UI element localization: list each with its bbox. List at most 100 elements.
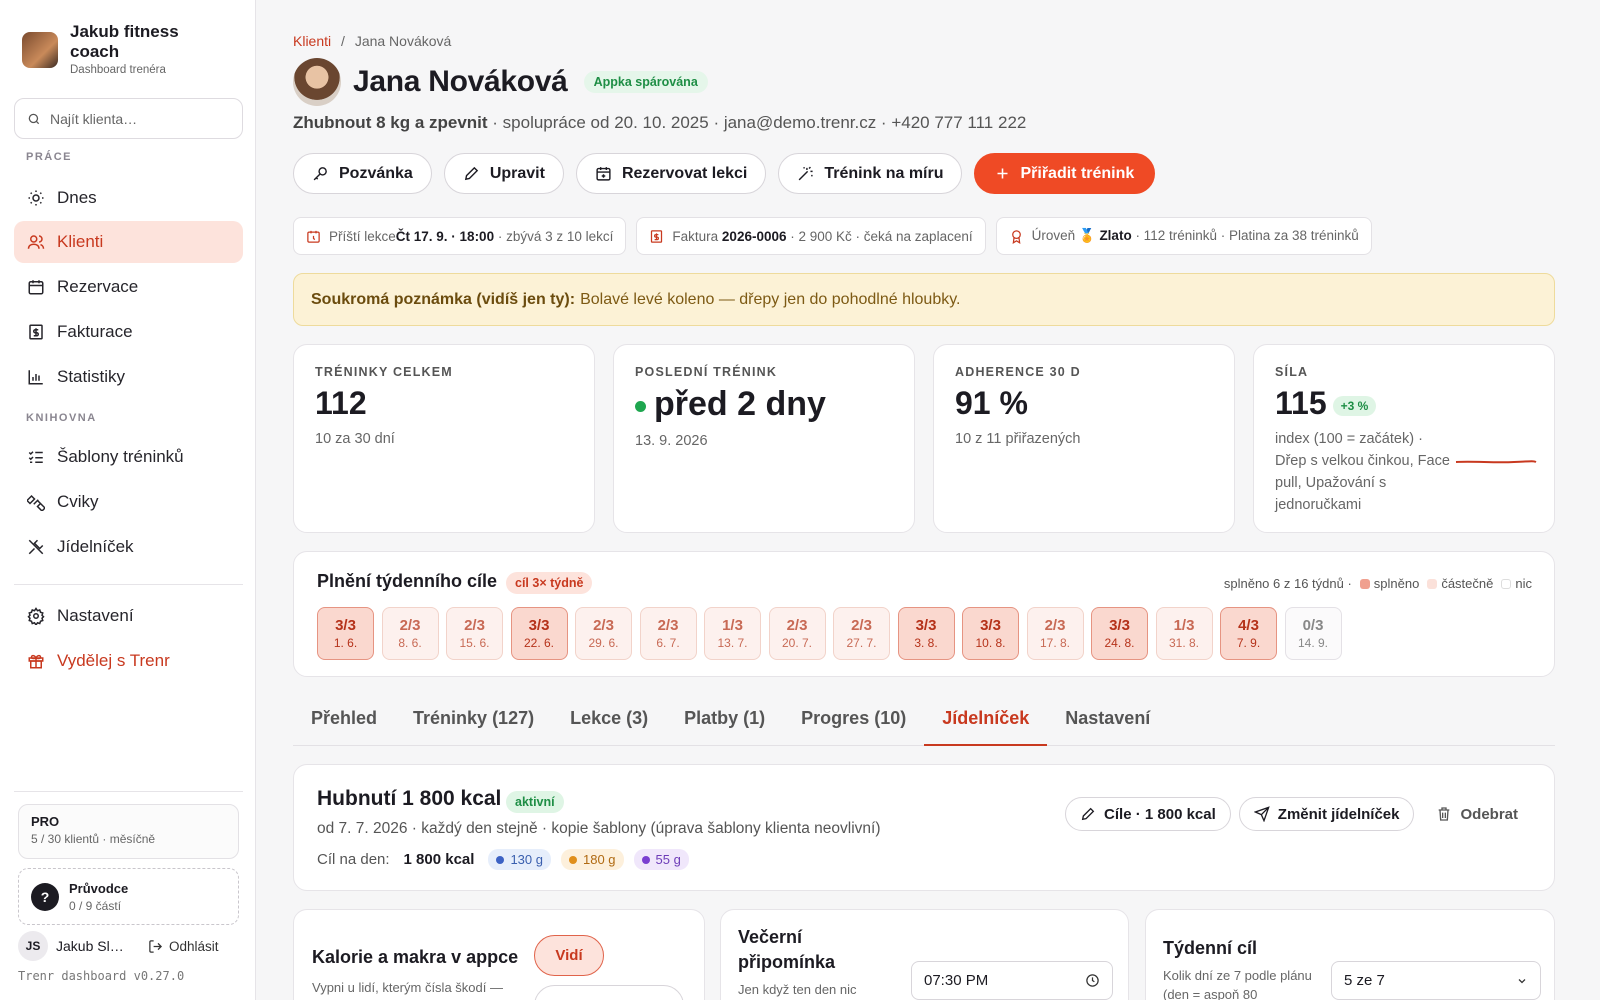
sidebar-item-meal-plan[interactable]: Jídelníček bbox=[14, 526, 243, 568]
sidebar-item-templates[interactable]: Šablony tréninků bbox=[14, 436, 243, 478]
week-result: 2/3 bbox=[786, 617, 808, 634]
weekly-target-select[interactable]: 5 ze 7 bbox=[1331, 961, 1541, 1000]
user-name: Jakub Sl… bbox=[56, 938, 124, 954]
book-lesson-button[interactable]: Rezervovat lekci bbox=[575, 153, 767, 194]
stat-value-text: před 2 dny bbox=[654, 385, 826, 423]
week-cell[interactable]: 3/3 10. 8. bbox=[962, 607, 1019, 660]
key-icon bbox=[313, 167, 327, 181]
week-result: 2/3 bbox=[593, 617, 614, 634]
week-cell[interactable]: 1/3 31. 8. bbox=[1155, 607, 1213, 660]
plan-usage: 5 / 30 klientů · měsíčně bbox=[31, 832, 156, 846]
reminder-time-value: 07:30 PM bbox=[924, 972, 989, 989]
remove-button[interactable]: Odebrat bbox=[1422, 797, 1532, 831]
pencil-icon bbox=[1081, 807, 1095, 821]
week-cell[interactable]: 4/3 7. 9. bbox=[1220, 607, 1277, 660]
trash-icon bbox=[1439, 807, 1450, 821]
tab-overview[interactable]: Přehled bbox=[293, 700, 395, 746]
sidebar-item-label: Nastavení bbox=[57, 606, 134, 625]
weekly-legend: splněno 6 z 16 týdnů · splněno částečně … bbox=[1224, 576, 1532, 591]
week-cell[interactable]: 3/3 1. 6. bbox=[317, 607, 374, 660]
daily-goal: Cíl na den: 1 800 kcal 130 g 180 g 55 g bbox=[317, 849, 689, 870]
search-input[interactable] bbox=[50, 110, 230, 127]
gear-icon bbox=[27, 607, 45, 625]
week-cell[interactable]: 2/3 8. 6. bbox=[381, 607, 439, 660]
edit-button[interactable]: Upravit bbox=[443, 153, 564, 194]
week-cell[interactable]: 3/3 24. 8. bbox=[1091, 607, 1148, 660]
macros-hidden-toggle[interactable] bbox=[534, 985, 684, 1000]
week-result: 2/3 bbox=[851, 617, 872, 634]
divider bbox=[14, 584, 243, 585]
client-meta: Zhubnout 8 kg a zpevnit · spolupráce od … bbox=[293, 113, 1026, 133]
week-cell[interactable]: 2/3 20. 7. bbox=[768, 607, 826, 660]
sidebar-item-settings[interactable]: Nastavení bbox=[14, 595, 243, 637]
week-date: 7. 9. bbox=[1236, 636, 1261, 650]
magic-wand-icon bbox=[798, 166, 813, 181]
brand-subtitle: Dashboard trenéra bbox=[70, 64, 166, 76]
week-cell[interactable]: 0/3 14. 9. bbox=[1284, 607, 1342, 660]
week-cell[interactable]: 3/3 3. 8. bbox=[897, 607, 955, 660]
week-result: 3/3 bbox=[335, 617, 356, 634]
weekly-goal-badge: cíl 3× týdně bbox=[506, 572, 593, 594]
invite-button[interactable]: Pozvánka bbox=[293, 153, 432, 194]
assign-workout-button[interactable]: Přiřadit trénink bbox=[974, 153, 1156, 194]
stat-sub: 10 za 30 dní bbox=[315, 431, 395, 447]
week-cell[interactable]: 3/3 22. 6. bbox=[510, 607, 568, 660]
reminder-time-input[interactable]: 07:30 PM bbox=[911, 961, 1113, 1000]
calendar-clock-icon bbox=[307, 230, 320, 243]
daily-goal-kcal: 1 800 kcal bbox=[403, 851, 475, 868]
guide-card[interactable]: ? Průvodce 0 / 9 částí bbox=[18, 868, 239, 925]
legend-none-label: nic bbox=[1515, 576, 1532, 591]
section-library: KNIHOVNA bbox=[26, 412, 97, 424]
week-cell[interactable]: 1/3 13. 7. bbox=[704, 607, 761, 660]
macro-protein-value: 130 g bbox=[510, 852, 543, 867]
week-date: 10. 8. bbox=[975, 636, 1006, 650]
breadcrumb-clients-link[interactable]: Klienti bbox=[293, 33, 331, 49]
tab-meal-plan[interactable]: Jídelníček bbox=[924, 700, 1048, 746]
sidebar-item-billing[interactable]: Fakturace bbox=[14, 311, 243, 353]
week-date: 31. 8. bbox=[1168, 636, 1200, 650]
info-chips: Příští lekceČt 17. 9. · 18:00 · zbývá 3 … bbox=[293, 217, 1372, 255]
private-note[interactable]: Soukromá poznámka (vidíš jen ty): Bolavé… bbox=[293, 273, 1555, 326]
status-dot bbox=[635, 400, 646, 412]
sidebar-item-stats[interactable]: Statistiky bbox=[14, 356, 243, 398]
checklist-icon bbox=[28, 451, 43, 463]
plan-badge[interactable]: PRO 5 / 30 klientů · měsíčně bbox=[18, 804, 239, 859]
card-subtitle: Jen když ten den nic bbox=[738, 982, 857, 997]
brand-name: Jakub fitness coach bbox=[70, 22, 179, 61]
tab-workouts[interactable]: Tréninky (127) bbox=[395, 700, 552, 746]
stat-label: TRÉNINKY CELKEM bbox=[315, 365, 453, 379]
sidebar-item-exercises[interactable]: Cviky bbox=[14, 481, 243, 523]
macros-visible-toggle[interactable]: Vidí bbox=[534, 935, 604, 976]
sidebar-item-bookings[interactable]: Rezervace bbox=[14, 266, 243, 308]
tab-progress[interactable]: Progres (10) bbox=[783, 700, 924, 746]
stat-sub: 13. 9. 2026 bbox=[635, 433, 708, 449]
tab-settings[interactable]: Nastavení bbox=[1047, 700, 1168, 746]
invoice-icon bbox=[651, 229, 663, 243]
sidebar-item-label: Statistiky bbox=[57, 367, 126, 386]
level-chip[interactable]: Úroveň 🏅 Zlato · 112 tréninků · Platina … bbox=[995, 217, 1372, 255]
invoice-chip[interactable]: Faktura 2026-0006 · 2 900 Kč · čeká na z… bbox=[636, 217, 986, 255]
week-cell[interactable]: 2/3 15. 6. bbox=[446, 607, 503, 660]
invite-label: Pozvánka bbox=[339, 164, 413, 182]
sidebar-item-clients[interactable]: Klienti bbox=[14, 221, 243, 263]
sidebar-item-earn[interactable]: Vydělej s Trenr bbox=[14, 640, 243, 682]
change-meal-plan-button[interactable]: Změnit jídelníček bbox=[1238, 797, 1415, 831]
client-search[interactable] bbox=[14, 98, 243, 139]
sidebar-item-today[interactable]: Dnes bbox=[14, 177, 243, 219]
week-cell[interactable]: 2/3 6. 7. bbox=[639, 607, 697, 660]
private-note-label: Soukromá poznámka (vidíš jen ty): bbox=[311, 290, 576, 308]
week-cell[interactable]: 2/3 29. 6. bbox=[575, 607, 632, 660]
sidebar-item-label: Dnes bbox=[57, 188, 97, 207]
gift-icon bbox=[28, 654, 44, 669]
edit-goals-button[interactable]: Cíle · 1 800 kcal bbox=[1065, 797, 1231, 831]
week-cell[interactable]: 2/3 27. 7. bbox=[833, 607, 890, 660]
logout-button[interactable]: Odhlásit bbox=[148, 939, 219, 954]
legend-partial: částečně bbox=[1427, 576, 1493, 591]
custom-workout-button[interactable]: Trénink na míru bbox=[778, 153, 963, 194]
tab-lessons[interactable]: Lekce (3) bbox=[552, 700, 666, 746]
tab-payments[interactable]: Platby (1) bbox=[666, 700, 783, 746]
week-cell[interactable]: 2/3 17. 8. bbox=[1026, 607, 1084, 660]
guide-progress: 0 / 9 částí bbox=[69, 898, 122, 913]
next-lesson-chip[interactable]: Příští lekceČt 17. 9. · 18:00 · zbývá 3 … bbox=[293, 217, 627, 255]
sidebar: Jakub fitness coach Dashboard trenéra PR… bbox=[0, 0, 256, 1000]
